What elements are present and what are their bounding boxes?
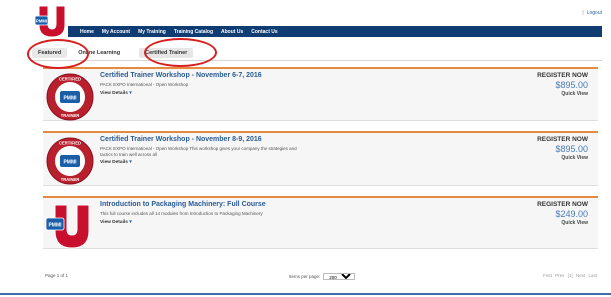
course-price: $249.00 xyxy=(555,209,588,219)
svg-text:PMMI: PMMI xyxy=(48,223,62,229)
chevron-down-icon: ▾ xyxy=(129,219,132,225)
nav-home[interactable]: Home xyxy=(80,29,94,35)
chevron-down-icon: ▾ xyxy=(129,90,132,96)
prev-page-link[interactable]: Prev xyxy=(555,273,564,278)
svg-text:PMMI: PMMI xyxy=(63,160,77,166)
pagination-links: First Prev [1] Next Last xyxy=(541,273,597,278)
pmmi-u-badge: PMMI xyxy=(45,204,90,249)
nav-my-training[interactable]: My Training xyxy=(138,29,166,35)
svg-text:PMMI: PMMI xyxy=(36,19,47,24)
register-now-button[interactable]: REGISTER NOW xyxy=(537,201,588,208)
svg-text:PMMI: PMMI xyxy=(63,96,77,102)
tab-featured[interactable]: Featured xyxy=(32,48,68,58)
svg-text:CERTIFIED: CERTIFIED xyxy=(59,141,81,146)
quick-view-link[interactable]: Quick View xyxy=(537,220,588,226)
tab-divider xyxy=(32,60,602,61)
svg-text:CERTIFIED: CERTIFIED xyxy=(59,77,81,82)
quick-view-link[interactable]: Quick View xyxy=(537,91,588,97)
course-price: $895.00 xyxy=(555,80,588,90)
tab-online-learning[interactable]: Online Learning xyxy=(72,48,126,58)
footer-rule xyxy=(0,293,611,295)
course-description: PACK EXPO International - Open Workshop xyxy=(100,82,189,87)
course-title[interactable]: Certified Trainer Workshop - November 8-… xyxy=(100,136,480,143)
next-page-link[interactable]: Next xyxy=(576,273,585,278)
logout-area: | Logout xyxy=(582,10,602,16)
tab-certified-trainer[interactable]: Certified Trainer xyxy=(139,48,194,58)
svg-text:TRAINER: TRAINER xyxy=(61,177,80,182)
items-per-page: Items per page: 200 xyxy=(289,273,356,280)
course-description: PACK EXPO International - Open Workshop … xyxy=(100,146,297,157)
course-title[interactable]: Certified Trainer Workshop - November 6-… xyxy=(100,72,480,79)
chevron-down-icon: ▾ xyxy=(129,160,132,165)
main-nav: Home My Account My Training Training Cat… xyxy=(68,26,602,37)
course-card: PMMI CERTIFIED TRAINER Certified Trainer… xyxy=(43,131,598,186)
last-page-link[interactable]: Last xyxy=(588,273,597,278)
course-card: PMMI CERTIFIED TRAINER Certified Trainer… xyxy=(43,67,598,121)
logout-link[interactable]: Logout xyxy=(587,10,602,16)
view-details-link[interactable]: View Details ▾ xyxy=(100,220,480,225)
nav-about-us[interactable]: About Us xyxy=(221,29,243,35)
items-per-page-select[interactable]: 200 xyxy=(323,273,356,280)
course-description: This full course includes all 14 modules… xyxy=(100,211,263,216)
course-card: PMMI Introduction to Packaging Machinery… xyxy=(43,196,598,249)
certified-trainer-badge: PMMI CERTIFIED TRAINER xyxy=(46,73,94,121)
register-now-button[interactable]: REGISTER NOW xyxy=(537,72,588,79)
register-now-button[interactable]: REGISTER NOW xyxy=(537,136,588,143)
pmmi-u-logo[interactable]: PMMI xyxy=(33,4,67,38)
first-page-link[interactable]: First xyxy=(543,273,552,278)
course-title[interactable]: Introduction to Packaging Machinery: Ful… xyxy=(100,201,480,208)
view-details-link[interactable]: View Details ▾ xyxy=(100,91,480,96)
view-details-link[interactable]: View Details ▾ xyxy=(100,160,480,165)
quick-view-link[interactable]: Quick View xyxy=(537,155,588,161)
course-price: $895.00 xyxy=(555,144,588,154)
nav-my-account[interactable]: My Account xyxy=(102,29,130,35)
catalog-tabs: Featured Online Learning Certified Train… xyxy=(32,47,198,59)
page-1-link[interactable]: [1] xyxy=(568,273,573,278)
svg-text:TRAINER: TRAINER xyxy=(61,113,80,118)
certified-trainer-badge: PMMI CERTIFIED TRAINER xyxy=(46,137,94,185)
items-per-page-label: Items per page: xyxy=(289,274,321,279)
nav-training-catalog[interactable]: Training Catalog xyxy=(174,29,213,35)
page-count: Page 1 of 1 xyxy=(45,273,69,278)
nav-contact-us[interactable]: Contact Us xyxy=(251,29,277,35)
